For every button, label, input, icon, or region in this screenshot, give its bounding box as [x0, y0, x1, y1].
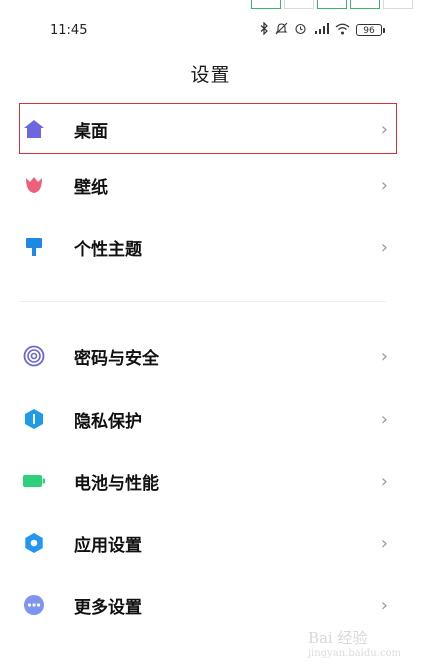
wifi-icon: [335, 23, 350, 38]
gear-icon: [22, 531, 46, 555]
top-strip: [251, 0, 413, 9]
battery-level: 96: [356, 24, 382, 36]
tulip-icon: [22, 173, 46, 197]
settings-item-wallpaper[interactable]: 壁纸 ›: [18, 159, 398, 211]
watermark: Bai 经验 jingyan.baidu.com: [308, 627, 401, 659]
battery-indicator: 96: [356, 24, 385, 36]
page-title: 设置: [190, 64, 231, 86]
chevron-right-icon: ›: [380, 236, 388, 258]
settings-item-more[interactable]: 更多设置 ›: [18, 579, 398, 631]
settings-item-app-settings[interactable]: 应用设置 ›: [18, 517, 398, 569]
bluetooth-icon: [260, 21, 269, 38]
watermark-text: Bai 经验: [307, 629, 368, 647]
privacy-shield-icon: [22, 407, 46, 431]
item-label: 密码与安全: [74, 348, 159, 369]
section-divider: [20, 301, 386, 302]
more-icon: [22, 593, 46, 617]
settings-item-privacy[interactable]: 隐私保护 ›: [18, 393, 398, 445]
item-label: 壁纸: [74, 177, 108, 198]
chevron-right-icon: ›: [380, 408, 388, 430]
item-label: 个性主题: [74, 239, 142, 260]
status-icons: 96: [260, 21, 385, 38]
item-label: 应用设置: [74, 535, 142, 556]
chevron-right-icon: ›: [380, 345, 388, 367]
highlight-box: [19, 103, 397, 154]
signal-hd-icon: [313, 22, 329, 38]
chevron-right-icon: ›: [380, 174, 388, 196]
battery-icon: [22, 469, 46, 493]
chevron-right-icon: ›: [380, 532, 388, 554]
settings-item-battery[interactable]: 电池与性能 ›: [18, 455, 398, 507]
status-time: 11:45: [50, 23, 88, 38]
paintbrush-icon: [22, 235, 46, 259]
chevron-right-icon: ›: [380, 594, 388, 616]
status-bar: 11:45 96: [0, 18, 421, 44]
chevron-right-icon: ›: [380, 470, 388, 492]
item-label: 电池与性能: [74, 473, 159, 494]
watermark-sub: jingyan.baidu.com: [307, 648, 401, 659]
settings-item-theme[interactable]: 个性主题 ›: [18, 221, 398, 273]
item-label: 隐私保护: [74, 411, 142, 432]
settings-item-password-security[interactable]: 密码与安全 ›: [18, 330, 398, 382]
item-label: 更多设置: [74, 597, 142, 618]
alarm-icon: [294, 22, 307, 38]
fingerprint-icon: [22, 344, 46, 368]
do-not-disturb-icon: [275, 22, 288, 38]
